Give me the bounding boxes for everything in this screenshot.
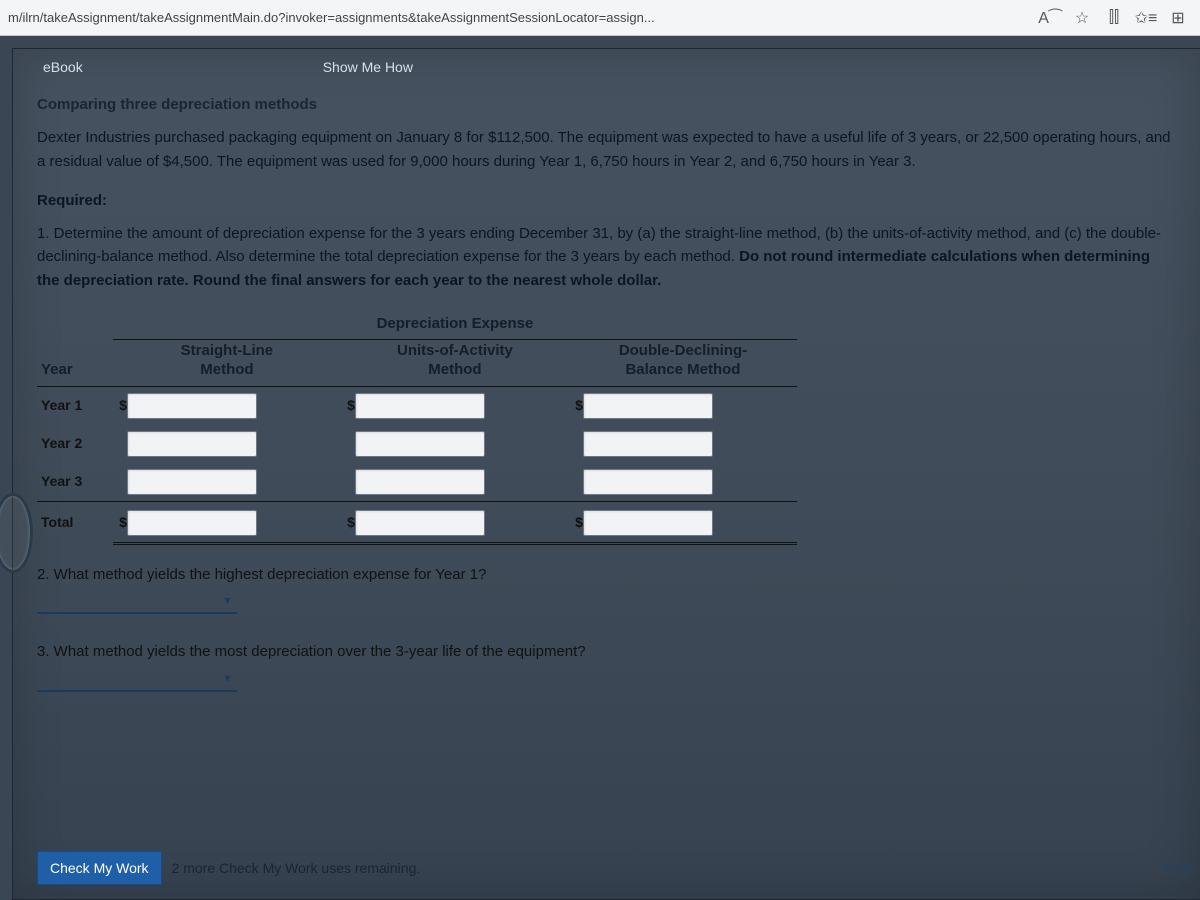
- dollar-sign: $: [573, 395, 583, 417]
- check-my-work-button[interactable]: Check My Work: [37, 851, 162, 885]
- assignment-panel: eBook Show Me How Comparing three deprec…: [12, 48, 1200, 900]
- input-sl-year1[interactable]: [127, 393, 257, 419]
- chevron-down-icon: ▼: [222, 671, 233, 688]
- dollar-sign: $: [117, 395, 127, 417]
- input-ua-year2[interactable]: [355, 431, 485, 457]
- footer-bar: Check My Work 2 more Check My Work uses …: [37, 851, 1200, 885]
- input-dd-total[interactable]: [583, 510, 713, 536]
- requirement-1: 1. Determine the amount of depreciation …: [37, 222, 1176, 292]
- dollar-sign: $: [345, 512, 355, 534]
- question-3: 3. What method yields the most depreciat…: [37, 640, 1176, 663]
- chevron-down-icon: ▼: [222, 593, 233, 610]
- input-dd-year2[interactable]: [583, 431, 713, 457]
- ebook-link[interactable]: eBook: [43, 59, 83, 75]
- row-total-label: Total: [37, 501, 113, 543]
- input-dd-year3[interactable]: [583, 469, 713, 495]
- dropdown-q2[interactable]: ▼: [37, 591, 237, 614]
- question-2: 2. What method yields the highest deprec…: [37, 563, 1176, 586]
- dollar-sign: $: [345, 395, 355, 417]
- resource-links: eBook Show Me How: [13, 49, 1200, 89]
- row-year3-label: Year 3: [37, 463, 113, 502]
- input-sl-year2[interactable]: [127, 431, 257, 457]
- table-group-header: Depreciation Expense: [113, 308, 797, 340]
- problem-scenario: Dexter Industries purchased packaging eq…: [37, 126, 1176, 173]
- dollar-sign: $: [573, 512, 583, 534]
- url-bar: m/ilrn/takeAssignment/takeAssignmentMain…: [8, 10, 1032, 25]
- col-units-activity: Units-of-ActivityMethod: [341, 340, 569, 387]
- problem-title: Comparing three depreciation methods: [37, 93, 1176, 116]
- check-remaining-text: 2 more Check My Work uses remaining.: [172, 860, 421, 876]
- input-ua-year1[interactable]: [355, 393, 485, 419]
- col-straight-line: Straight-LineMethod: [113, 340, 341, 387]
- show-me-how-link[interactable]: Show Me How: [323, 59, 413, 75]
- dollar-sign: $: [117, 512, 127, 534]
- browser-chrome: m/ilrn/takeAssignment/takeAssignmentMain…: [0, 0, 1200, 36]
- col-double-declining: Double-Declining-Balance Method: [569, 340, 797, 387]
- input-sl-year3[interactable]: [127, 469, 257, 495]
- next-button[interactable]: Next: [1163, 860, 1194, 877]
- required-label: Required:: [37, 189, 1176, 212]
- split-screen-icon[interactable]: ⫿⫿: [1100, 4, 1128, 32]
- input-ua-year3[interactable]: [355, 469, 485, 495]
- col-year: Year: [37, 340, 113, 387]
- dropdown-q3[interactable]: ▼: [37, 669, 237, 692]
- input-sl-total[interactable]: [127, 510, 257, 536]
- problem-body: Comparing three depreciation methods Dex…: [13, 89, 1200, 692]
- app-icon[interactable]: ⊞: [1164, 4, 1192, 32]
- row-year1-label: Year 1: [37, 386, 113, 425]
- collections-icon[interactable]: ✩≡: [1132, 4, 1160, 32]
- input-dd-year1[interactable]: [583, 393, 713, 419]
- favorite-star-icon[interactable]: ☆: [1068, 4, 1096, 32]
- depreciation-table: Depreciation Expense Year Straight-LineM…: [37, 308, 797, 545]
- row-year2-label: Year 2: [37, 425, 113, 463]
- read-aloud-icon[interactable]: A⁀: [1036, 4, 1064, 32]
- input-ua-total[interactable]: [355, 510, 485, 536]
